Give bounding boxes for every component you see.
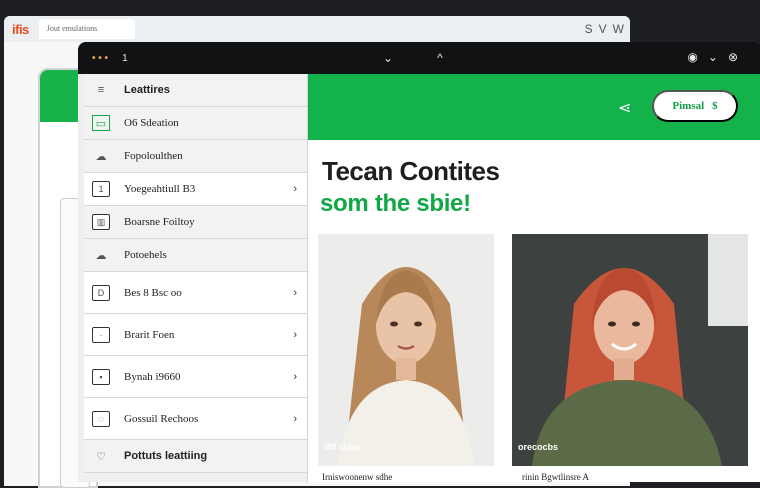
circle-icon: ◌ xyxy=(92,410,110,427)
sidebar-item-label: Potoehels xyxy=(124,249,167,261)
window-titlebar: • • • 1 ⌄ ^ ◉ ⌄ ⊗ xyxy=(78,42,760,74)
chevron-right-icon: › xyxy=(293,412,297,425)
cloud-icon: ☁ xyxy=(95,249,107,262)
sidebar: ≡ Leattires ▭ O6 Sdeation ☁ Fopoloulthen… xyxy=(78,74,308,482)
page-title: Tecan Contites xyxy=(322,156,500,186)
close-icon[interactable]: ⊗ xyxy=(728,50,738,64)
chevron-right-icon: › xyxy=(293,183,297,195)
window-icon: ▭ xyxy=(92,115,110,131)
sidebar-item[interactable]: ♡ Pottuts leattiing xyxy=(84,440,307,473)
chevron-right-icon: › xyxy=(293,370,297,383)
background-logo: ifis xyxy=(12,21,29,37)
list-icon: ≡ xyxy=(97,84,105,96)
layout-icon: ▥ xyxy=(92,214,110,230)
sidebar-item-label: Yoegeahtiull B3 xyxy=(124,183,196,195)
window-dots[interactable]: • • • xyxy=(92,53,108,64)
dot-icon: · xyxy=(92,326,110,343)
front-app-window: • • • 1 ⌄ ^ ◉ ⌄ ⊗ ≡ Leattires ▭ O6 Sdeat… xyxy=(78,42,760,482)
number-icon: 1 xyxy=(92,181,110,197)
sidebar-item-label: O6 Sdeation xyxy=(124,117,179,129)
v-icon[interactable]: V xyxy=(599,22,607,36)
sidebar-item-label: Boarsne Foiltoy xyxy=(124,216,195,228)
sidebar-item-label: Brarit Foen xyxy=(124,328,175,341)
s-icon[interactable]: S xyxy=(585,22,593,36)
document-icon: D xyxy=(92,284,110,301)
share-icon[interactable]: ⋖ xyxy=(618,98,631,118)
sidebar-item[interactable]: ▥ Boarsne Foiltoy xyxy=(84,206,307,239)
card-caption: i99 cUse xyxy=(324,442,361,452)
sidebar-item[interactable]: D Bes 8 Bsc oo › xyxy=(84,272,307,314)
sidebar-item-label: Bes 8 Bsc oo xyxy=(124,286,182,299)
cta-suffix: $ xyxy=(712,100,718,112)
hero-banner: ⋖ Pimsal $ xyxy=(308,74,760,140)
sidebar-item[interactable]: ☁ Potoehels xyxy=(84,239,307,272)
chevron-right-icon: › xyxy=(293,328,297,341)
chevron-up-icon[interactable]: ^ xyxy=(437,51,443,65)
main-content: ⋖ Pimsal $ Tecan Contites som the sbie! xyxy=(308,74,760,482)
chevron-right-icon: › xyxy=(293,286,297,299)
sidebar-item[interactable]: ▭ O6 Sdeation xyxy=(84,107,307,140)
card-subtitle: Irniswoonenw sdhe xyxy=(322,472,393,482)
profile-card[interactable]: orecocbs xyxy=(512,234,748,466)
cta-button[interactable]: Pimsal $ xyxy=(652,90,738,122)
sidebar-item[interactable]: ☁ Fopoloulthen xyxy=(84,140,307,173)
background-tabbar: ifis Jout emulations S V W xyxy=(4,16,630,42)
page-subtitle: som the sbie! xyxy=(320,190,471,217)
portrait-photo xyxy=(512,234,748,466)
chevron-down-icon[interactable]: ⌄ xyxy=(708,50,718,64)
sidebar-item-label: Pottuts leattiing xyxy=(124,450,208,462)
card-subtitle: rinin Bgwtlinsre A xyxy=(522,472,589,482)
sidebar-item[interactable]: ≡ Leattires xyxy=(84,74,307,107)
sidebar-item[interactable]: ▪ Bynah i9660 › xyxy=(84,356,307,398)
sidebar-item-label: Bynah i9660 xyxy=(124,370,181,383)
sidebar-item-label: Gossuil Rechoos xyxy=(124,412,199,425)
chevron-down-icon[interactable]: ⌄ xyxy=(383,51,393,65)
record-icon[interactable]: ◉ xyxy=(687,50,697,64)
profile-card[interactable]: i99 cUse xyxy=(318,234,494,466)
sidebar-item[interactable]: · Brarit Foen › xyxy=(84,314,307,356)
sidebar-item[interactable]: 1 Yoegeahtiull B3 › xyxy=(84,173,307,206)
cloud-icon: ☁ xyxy=(95,150,107,163)
image-icon: ▪ xyxy=(92,368,110,385)
cta-label: Pimsal xyxy=(672,100,705,112)
app-body: ≡ Leattires ▭ O6 Sdeation ☁ Fopoloulthen… xyxy=(78,74,760,482)
background-tab[interactable]: Jout emulations xyxy=(38,19,135,39)
sidebar-item[interactable]: ◌ Gossuil Rechoos › xyxy=(84,398,307,440)
portrait-photo xyxy=(318,234,494,466)
heart-icon: ♡ xyxy=(96,450,106,463)
sidebar-item-label: Fopoloulthen xyxy=(124,150,183,162)
sidebar-item-label: Leattires xyxy=(124,84,170,96)
background-tab-icons: S V W xyxy=(585,22,624,36)
w-icon[interactable]: W xyxy=(613,22,624,36)
menu-icon[interactable]: 1 xyxy=(122,53,128,64)
card-caption: orecocbs xyxy=(518,442,559,452)
